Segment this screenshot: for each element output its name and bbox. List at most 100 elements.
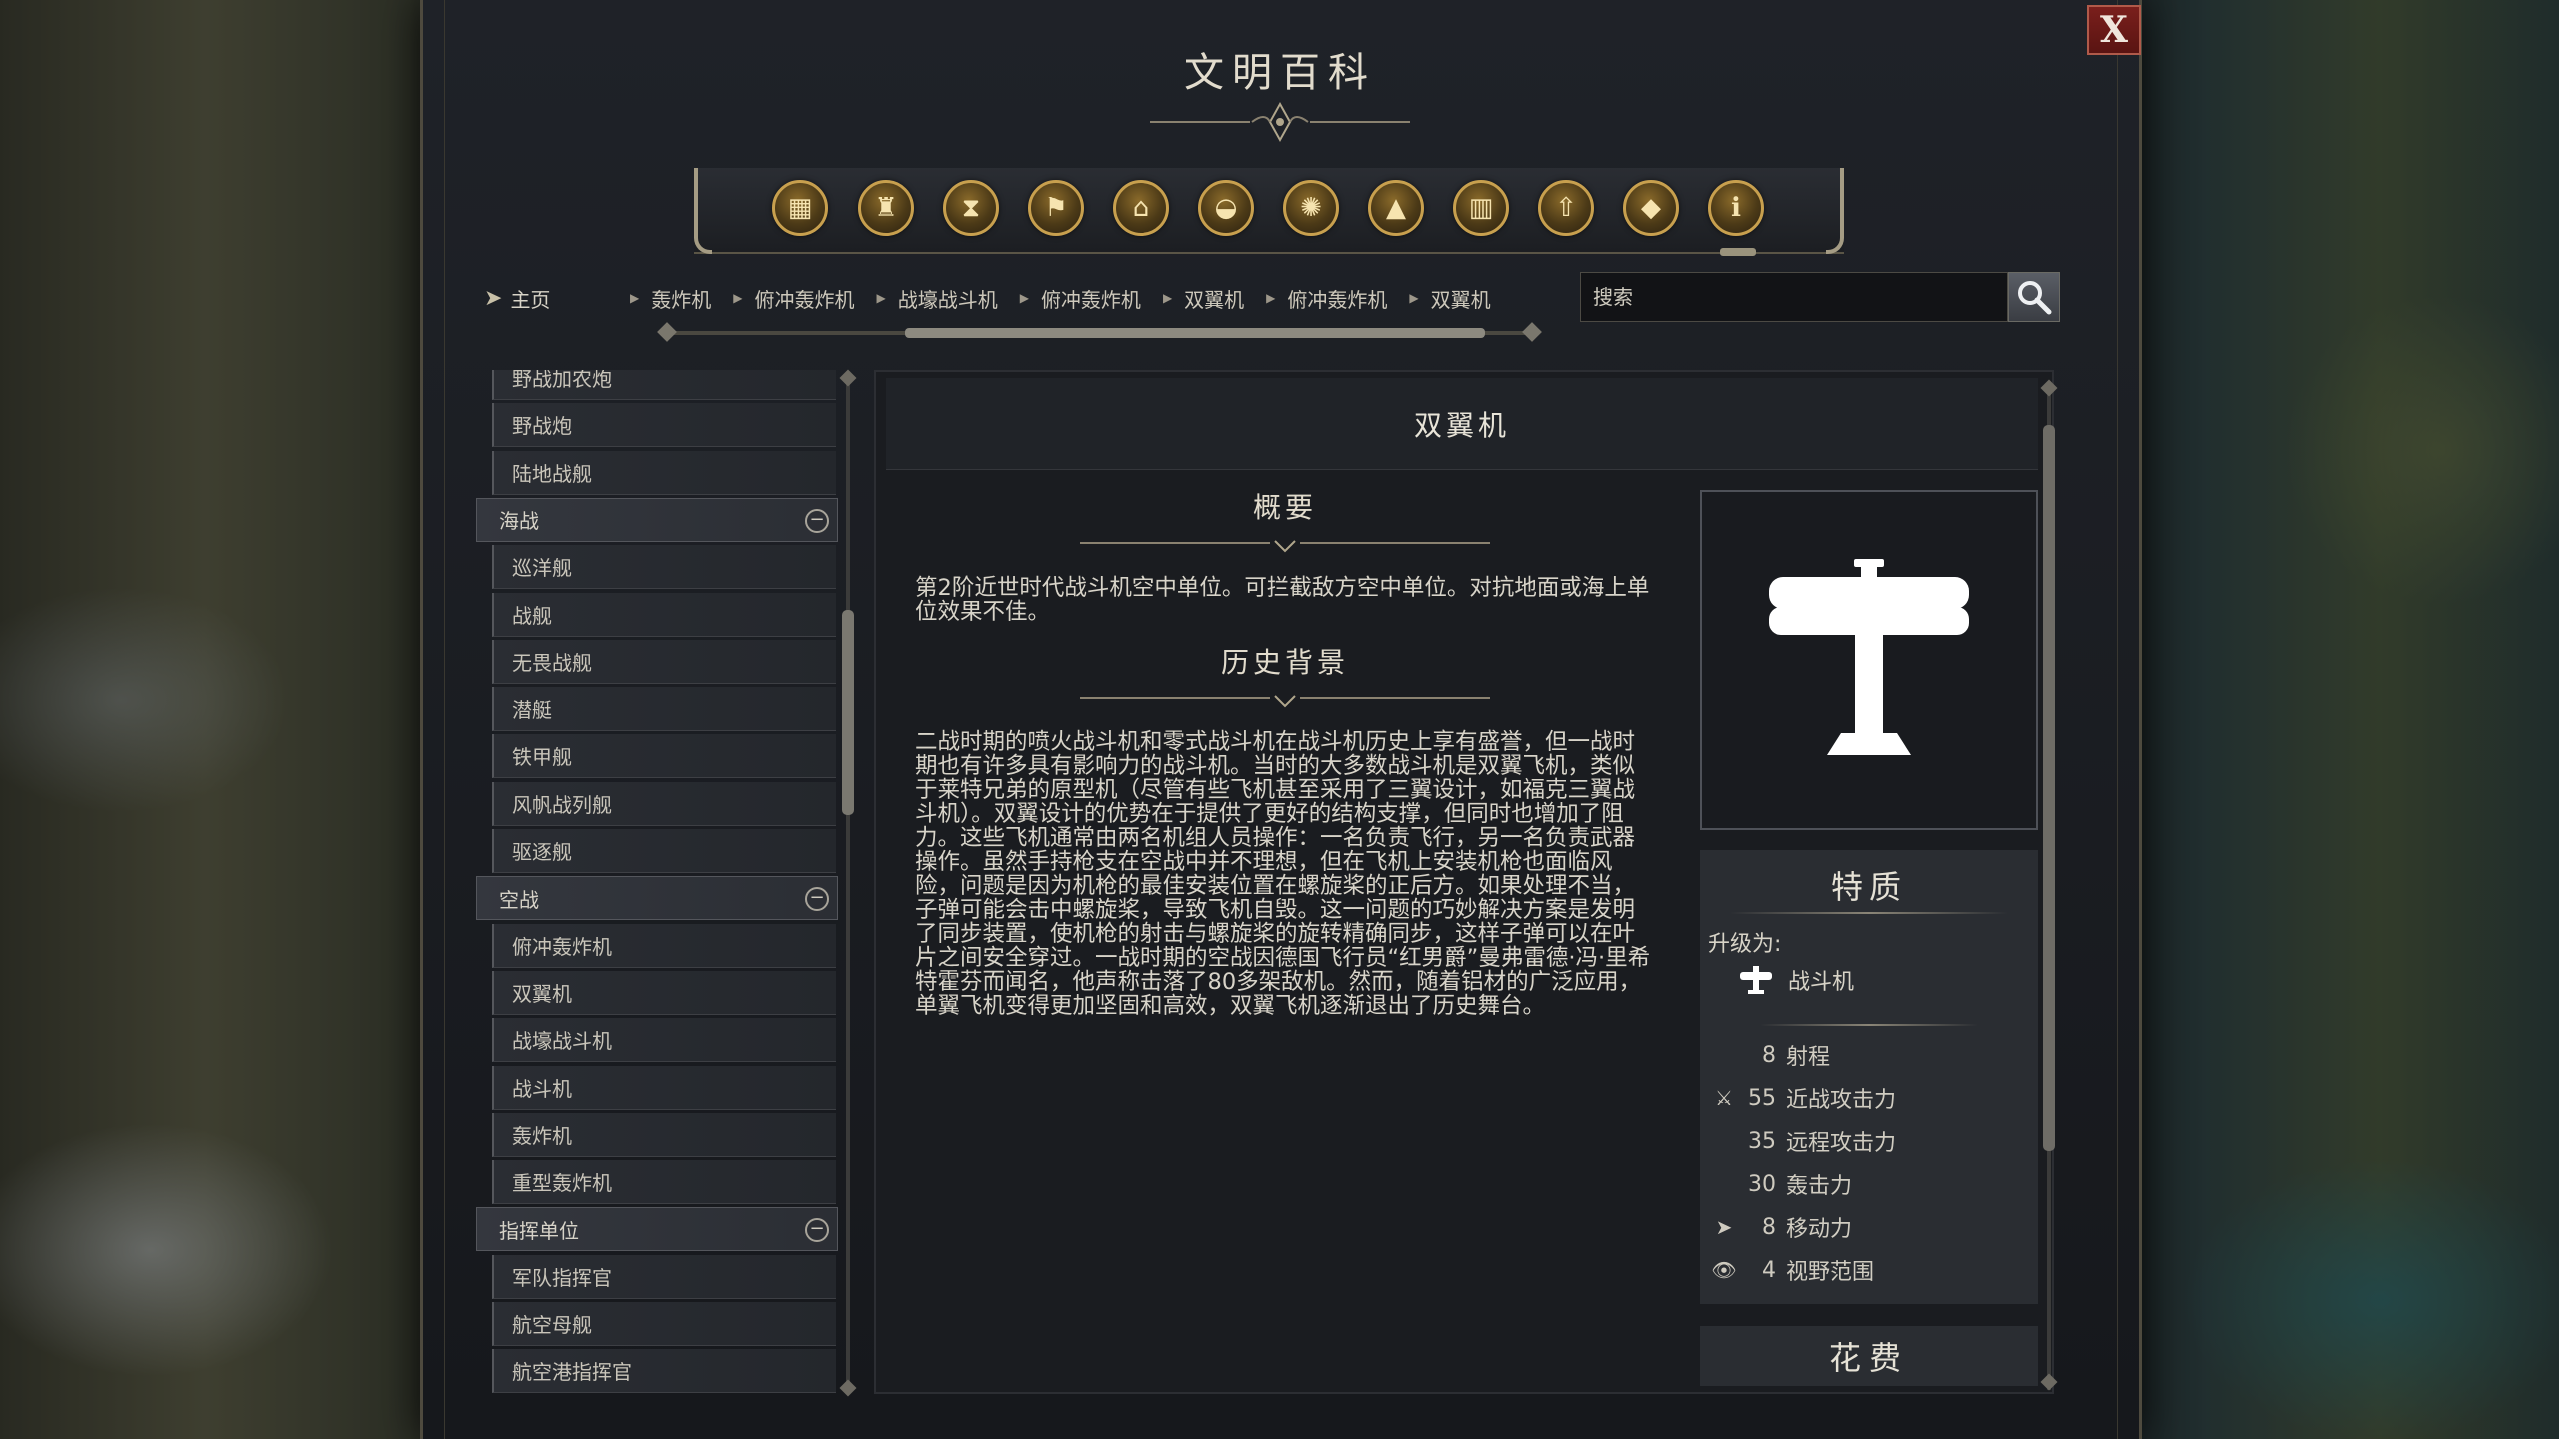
breadcrumb-item[interactable]: ▶ 俯冲轰炸机	[1020, 284, 1141, 313]
list-item[interactable]: 俯冲轰炸机	[492, 923, 836, 968]
upgrade-icon[interactable]: ⇧	[1538, 180, 1594, 236]
info-icon[interactable]: ℹ	[1708, 180, 1764, 236]
list-scroll-track[interactable]	[846, 380, 850, 1390]
list-item[interactable]: 战斗机	[492, 1065, 836, 1110]
list-item[interactable]: 野战炮	[492, 403, 836, 448]
list-item[interactable]: 航空母舰	[492, 1302, 836, 1346]
list-item[interactable]: 双翼机	[492, 970, 836, 1015]
chevron-right-icon: ▶	[1266, 291, 1276, 305]
movement-icon: ➤	[1715, 1215, 1733, 1239]
traits-divider	[1730, 912, 2008, 914]
category-naval[interactable]: 海战 −	[476, 497, 838, 542]
upgrade-target-link[interactable]: 战斗机	[1738, 964, 1854, 996]
breadcrumb-item[interactable]: ▶ 双翼机	[1409, 284, 1490, 313]
sight-icon: 👁	[1711, 1258, 1737, 1282]
stat-row: 30 轰击力	[1710, 1169, 1852, 1200]
window-title: 文明百科	[1184, 50, 1376, 96]
science-icon[interactable]: ✺	[1283, 180, 1339, 236]
iconbar-bracket-right	[1826, 168, 1844, 254]
list-item[interactable]: 驱逐舰	[492, 829, 836, 873]
article-title: 双翼机	[886, 378, 2038, 470]
map-background-right	[2140, 0, 2559, 1439]
category-label: 指挥单位	[499, 1218, 579, 1243]
breadcrumb-label: 双翼机	[1184, 287, 1245, 312]
article-scroll-thumb[interactable]	[2043, 425, 2055, 1151]
upgrade-label: 升级为:	[1708, 932, 1782, 957]
breadcrumb-label: 双翼机	[1430, 287, 1491, 312]
category-command[interactable]: 指挥单位 −	[476, 1207, 838, 1252]
title-ornament	[1150, 101, 1410, 143]
search-button[interactable]	[2008, 272, 2060, 322]
melee-attack-icon: ⚔	[1715, 1086, 1733, 1110]
list-item[interactable]: 风帆战列舰	[492, 781, 836, 826]
stat-row: ⚔ 55 近战攻击力	[1710, 1083, 1896, 1114]
stat-row: 35 远程攻击力	[1710, 1126, 1897, 1157]
eras-icon[interactable]: ⧗	[943, 180, 999, 236]
stat-value: 55	[1748, 1085, 1776, 1111]
list-item[interactable]: 军队指挥官	[492, 1254, 836, 1299]
chevron-right-icon: ▶	[733, 291, 743, 305]
list-item[interactable]: 无畏战舰	[492, 639, 836, 684]
breadcrumb-item[interactable]: ▶ 战壕战斗机	[876, 284, 997, 313]
breadcrumb-scroll-thumb[interactable]	[905, 328, 1485, 338]
category-air[interactable]: 空战 −	[476, 876, 838, 921]
home-link[interactable]: ➤ 主页	[484, 283, 550, 313]
list-item[interactable]: 战壕战斗机	[492, 1018, 836, 1063]
wonders-icon[interactable]: ◒	[1198, 180, 1254, 236]
overview-divider	[1080, 540, 1490, 553]
resources-icon[interactable]: ◆	[1623, 180, 1679, 236]
units-icon[interactable]: ▦	[772, 180, 828, 236]
iconbar-bracket-left	[694, 168, 712, 254]
stat-value: 8	[1762, 1214, 1776, 1240]
breadcrumb-item[interactable]: ▶ 俯冲轰炸机	[733, 284, 854, 313]
overview-heading: 概要	[1252, 491, 1317, 524]
stat-label: 视野范围	[1786, 1260, 1875, 1285]
improvements-icon[interactable]: ▥	[1453, 180, 1509, 236]
stat-value: 30	[1748, 1171, 1776, 1197]
map-background-left	[0, 0, 420, 1439]
close-button[interactable]: X	[2087, 5, 2141, 55]
list-item[interactable]: 重型轰炸机	[492, 1160, 836, 1205]
collapse-icon[interactable]: −	[805, 1218, 829, 1243]
flag-icon[interactable]: ⚑	[1028, 180, 1084, 236]
list-item[interactable]: 航空港指挥官	[492, 1349, 836, 1394]
cost-heading: 花费	[1700, 1326, 2038, 1386]
overview-text: 第2阶近世时代战斗机空中单位。可拦截敌方空中单位。对抗地面或海上单位效果不佳。	[915, 575, 1650, 625]
stat-row: 👁 4 视野范围	[1710, 1255, 1875, 1286]
chevron-right-icon: ▶	[630, 291, 640, 305]
list-item[interactable]: 野战加农炮	[492, 370, 836, 400]
terrain-icon[interactable]: ▲	[1368, 180, 1424, 236]
list-item[interactable]: 潜艇	[492, 687, 836, 732]
unit-portrait	[1700, 490, 2038, 830]
list-item[interactable]: 巡洋舰	[492, 545, 836, 590]
chevron-right-icon: ▶	[1409, 291, 1419, 305]
breadcrumb-label: 轰炸机	[651, 287, 712, 312]
civics-icon[interactable]: ⌂	[1113, 180, 1169, 236]
collapse-icon[interactable]: −	[805, 508, 829, 533]
back-arrow-icon: ➤	[484, 285, 503, 311]
stat-value: 35	[1748, 1128, 1776, 1154]
fighter-icon	[1740, 966, 1772, 994]
list-item[interactable]: 陆地战舰	[492, 450, 836, 495]
biplane-icon	[1769, 559, 1969, 755]
list-scroll-thumb[interactable]	[842, 610, 854, 815]
list-item[interactable]: 战舰	[492, 592, 836, 637]
stat-label: 远程攻击力	[1786, 1131, 1897, 1156]
list-item[interactable]: 轰炸机	[492, 1112, 836, 1157]
breadcrumb-item[interactable]: ▶ 轰炸机	[630, 284, 711, 313]
stat-row: 8 射程	[1710, 1040, 1830, 1071]
breadcrumb-label: 战壕战斗机	[897, 287, 998, 312]
stats-divider	[1760, 1024, 1978, 1026]
breadcrumb-label: 俯冲轰炸机	[1287, 287, 1388, 312]
breadcrumb-item[interactable]: ▶ 双翼机	[1163, 284, 1244, 313]
search-input[interactable]	[1580, 272, 2008, 322]
traits-heading: 特质	[1830, 868, 1907, 906]
chevron-right-icon: ▶	[876, 291, 886, 305]
collapse-icon[interactable]: −	[805, 887, 829, 912]
breadcrumb-item[interactable]: ▶ 俯冲轰炸机	[1266, 284, 1387, 313]
list-item[interactable]: 铁甲舰	[492, 734, 836, 779]
search-icon	[2018, 281, 2052, 315]
buildings-icon[interactable]: ♜	[858, 180, 914, 236]
active-category-indicator	[1720, 248, 1756, 256]
chevron-right-icon: ▶	[1019, 291, 1029, 305]
